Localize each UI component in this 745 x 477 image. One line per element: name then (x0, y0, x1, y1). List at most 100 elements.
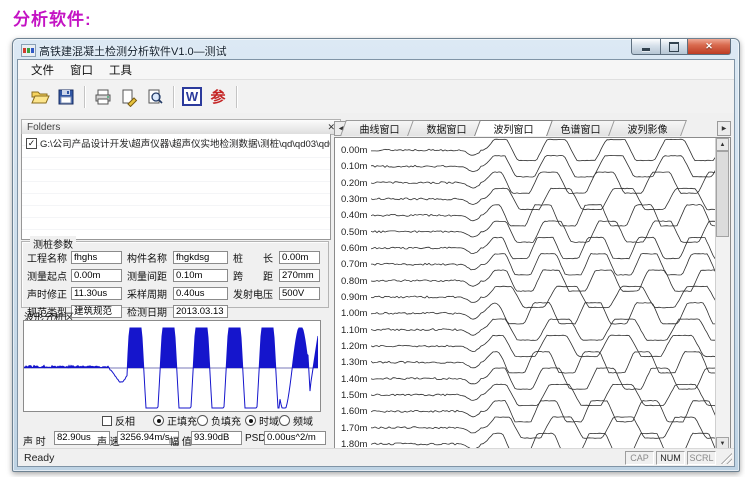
param-label-r3c1: 检测日期 (127, 304, 173, 319)
maximize-icon (669, 42, 679, 52)
depth-label-8: 0.80m (341, 276, 371, 287)
folder-checkbox[interactable]: ✓ (26, 138, 37, 149)
titlebar[interactable]: 高铁建混凝土检测分析软件V1.0—测试 ✕ (13, 39, 739, 59)
wave-train-traces (371, 138, 718, 449)
depth-label-3: 0.30m (341, 194, 371, 205)
scrollbar-thumb[interactable] (716, 151, 729, 237)
tab-3[interactable]: 色谱窗口 (544, 120, 617, 136)
toolbar-separator (84, 86, 85, 108)
tab-2[interactable]: 波列窗口 (477, 120, 550, 136)
folders-tree: ✓ G:\公司产品设计开发\超声仪器\超声仪实地检测数据\测桩\qd\qd03\… (21, 134, 331, 240)
menu-item-2[interactable]: 工具 (101, 60, 140, 80)
param-field-r0c2[interactable]: 0.00m (279, 251, 320, 264)
param-field-r1c1[interactable]: 0.10m (173, 269, 228, 282)
folder-tree-item[interactable]: ✓ G:\公司产品设计开发\超声仪器\超声仪实地检测数据\测桩\qd\qd03\… (22, 134, 330, 150)
toolbar: W 参 (18, 80, 734, 114)
depth-label-13: 1.30m (341, 357, 371, 368)
radio-label: 频域 (293, 413, 313, 428)
depth-label-9: 0.90m (341, 292, 371, 303)
fill-positive-radio[interactable]: 正填充 (153, 413, 197, 428)
tab-label-1: 数据窗口 (410, 120, 483, 136)
app-icon (21, 44, 36, 57)
print-icon (93, 87, 113, 107)
time-domain-radio[interactable]: 时域 (245, 413, 279, 428)
depth-label-15: 1.50m (341, 390, 371, 401)
param-field-r3c1[interactable]: 2013.03.13 (173, 305, 228, 318)
pile-params-groupbox: 测桩参数 工程名称fhghs构件名称fhgkdsg桩 长0.00m测量起点0.0… (21, 241, 329, 308)
statusbar: Ready CAPNUMSCRL (18, 448, 734, 466)
folders-pane-header[interactable]: Folders ✕ (21, 119, 341, 135)
arrow-right-icon: ▶ (722, 125, 727, 132)
check-icon: ✓ (28, 139, 36, 147)
waveform-analysis-plot (23, 320, 321, 412)
close-button[interactable]: ✕ (687, 39, 731, 55)
open-folder-button[interactable] (27, 84, 53, 110)
readout-field-3[interactable]: 0.00us^2/m (264, 431, 326, 445)
toolbar-separator (173, 86, 174, 108)
param-field-r1c2[interactable]: 270mm (279, 269, 320, 282)
reference-button[interactable]: 参 (205, 84, 231, 110)
workspace: Folders ✕ ✓ G:\公司产品设计开发\超声仪器\超声仪实地检测数据\测… (18, 113, 734, 449)
tab-1[interactable]: 数据窗口 (410, 120, 483, 136)
export-button[interactable] (116, 84, 142, 110)
param-label-r1c2: 跨 距 (233, 268, 279, 283)
freq-domain-radio[interactable]: 频域 (279, 413, 313, 428)
param-label-r1c1: 测量间距 (127, 268, 173, 283)
tab-label-4: 波列影像 (611, 120, 684, 136)
vertical-scrollbar[interactable]: ▲ ▼ (715, 138, 730, 449)
readout-field-2[interactable]: 93.90dB (191, 431, 242, 445)
save-button[interactable] (53, 84, 79, 110)
folders-pane-title: Folders (27, 122, 60, 133)
radio-icon (245, 415, 256, 426)
depth-label-5: 0.50m (341, 227, 371, 238)
param-field-r1c0[interactable]: 0.00m (71, 269, 122, 282)
depth-label-10: 1.00m (341, 308, 371, 319)
window-controls: ✕ (632, 39, 731, 55)
wave-train-panel: ▲ ▼ 0.00m0.10m0.20m0.30m0.40m0.50m0.60m0… (334, 137, 731, 449)
print-preview-button[interactable] (142, 84, 168, 110)
radio-label: 负填充 (211, 413, 241, 428)
tab-label-2: 波列窗口 (477, 120, 550, 136)
radio-label: 时域 (259, 413, 279, 428)
param-field-r3c0[interactable]: 建筑规范 (71, 305, 122, 318)
scroll-up-button[interactable]: ▲ (716, 138, 729, 151)
param-field-r2c2[interactable]: 500V (279, 287, 320, 300)
window-title: 高铁建混凝土检测分析软件V1.0—测试 (39, 43, 227, 59)
minimize-icon (642, 48, 650, 51)
param-field-r2c1[interactable]: 0.40us (173, 287, 228, 300)
param-field-r2c0[interactable]: 11.30us (71, 287, 122, 300)
depth-label-1: 0.10m (341, 161, 371, 172)
client-area: 文件窗口工具 (17, 59, 735, 467)
minimize-button[interactable] (631, 39, 661, 55)
page: 分析软件: 高铁建混凝土检测分析软件V1.0—测试 ✕ 文件窗口工具 (0, 0, 745, 477)
param-label-r0c2: 桩 长 (233, 250, 279, 265)
pile-params-title: 测桩参数 (30, 236, 76, 251)
depth-label-2: 0.20m (341, 178, 371, 189)
radio-icon (279, 415, 290, 426)
menu-item-0[interactable]: 文件 (23, 60, 62, 80)
depth-label-11: 1.10m (341, 325, 371, 336)
param-label-r1c0: 测量起点 (27, 268, 71, 283)
fill-negative-radio[interactable]: 负填充 (197, 413, 241, 428)
word-icon: W (182, 87, 202, 106)
tab-4[interactable]: 波列影像 (611, 120, 684, 136)
tab-0[interactable]: 曲线窗口 (343, 120, 416, 136)
maximize-button[interactable] (660, 39, 688, 55)
word-report-button[interactable]: W (179, 84, 205, 110)
tab-scroll-right-button[interactable]: ▶ (717, 121, 731, 136)
scroll-up-icon: ▲ (720, 142, 726, 148)
param-field-r0c1[interactable]: fhgkdsg (173, 251, 228, 264)
radio-label: 正填充 (167, 413, 197, 428)
scroll-down-icon: ▼ (720, 441, 726, 447)
menubar: 文件窗口工具 (18, 60, 734, 80)
depth-label-6: 0.60m (341, 243, 371, 254)
menu-item-1[interactable]: 窗口 (62, 60, 101, 80)
resize-grip[interactable] (719, 451, 732, 464)
radio-icon (153, 415, 164, 426)
print-button[interactable] (90, 84, 116, 110)
readout-label-0: 声 时 (23, 433, 46, 448)
reference-icon: 参 (210, 86, 225, 107)
param-field-r0c0[interactable]: fhghs (71, 251, 122, 264)
waveform-options-row: 反相 正填充负填充时域频域 (21, 413, 331, 426)
depth-label-14: 1.40m (341, 374, 371, 385)
